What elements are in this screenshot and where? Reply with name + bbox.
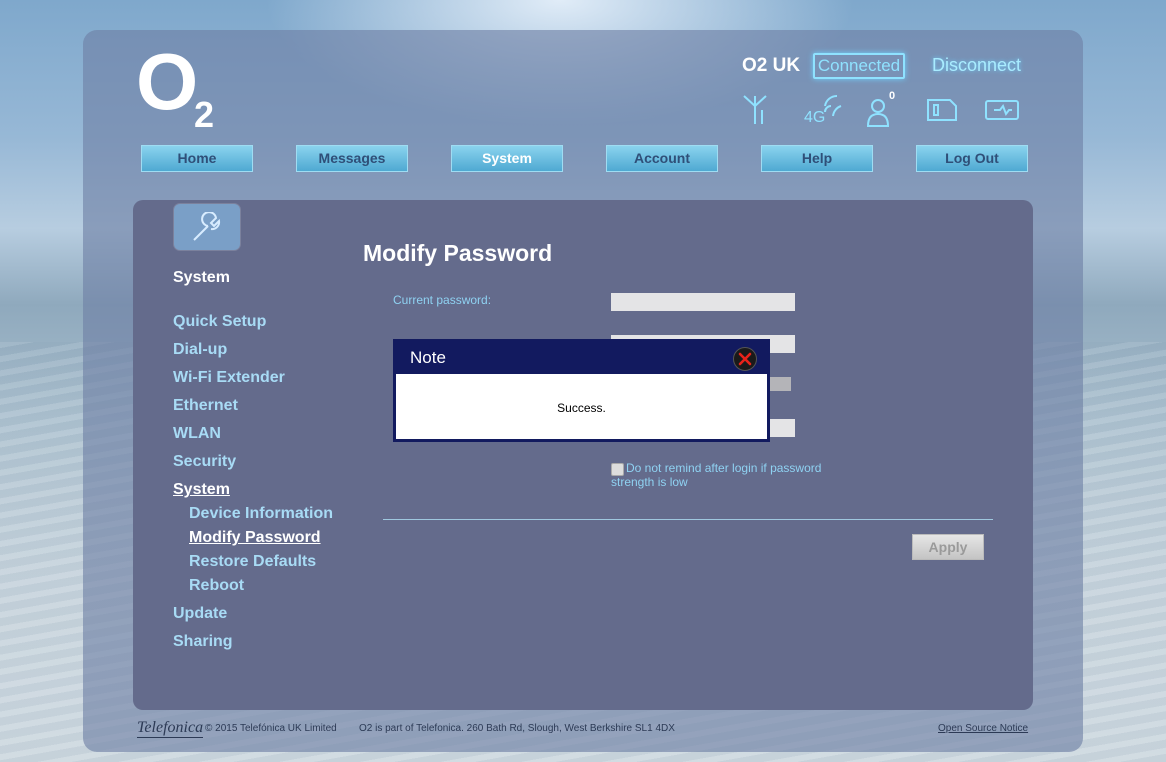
sidebar-item-sharing[interactable]: Sharing [173, 633, 233, 651]
address-text: O2 is part of Telefonica. 260 Bath Rd, S… [359, 723, 675, 734]
logo-letter: O [136, 37, 198, 126]
close-button[interactable] [733, 347, 757, 371]
sidebar-item-dial-up[interactable]: Dial-up [173, 341, 227, 359]
apply-button[interactable]: Apply [912, 534, 984, 560]
copyright-text: © 2015 Telefónica UK Limited [205, 723, 337, 734]
sidebar-sub-device-information[interactable]: Device Information [189, 505, 333, 523]
note-dialog-header: Note [396, 342, 767, 374]
wrench-icon [193, 212, 221, 241]
sidebar-sub-restore-defaults[interactable]: Restore Defaults [189, 553, 316, 571]
o2-logo: O 2 [136, 42, 214, 136]
system-badge [174, 204, 240, 250]
signal-icon [740, 92, 770, 128]
close-icon [738, 352, 752, 366]
sidebar-item-wlan[interactable]: WLAN [173, 425, 221, 443]
logo-number: 2 [194, 94, 215, 135]
sidebar-item-system[interactable]: System [173, 481, 230, 499]
nav-home[interactable]: Home [141, 145, 253, 172]
connection-status-badge: Connected [813, 53, 905, 79]
sidebar-item-wifi-extender[interactable]: Wi-Fi Extender [173, 369, 285, 387]
disconnect-button[interactable]: Disconnect [932, 55, 1021, 76]
open-source-notice-link[interactable]: Open Source Notice [938, 723, 1028, 734]
no-remind-label: Do not remind after login if password st… [611, 461, 822, 489]
notification-count: 0 [889, 90, 896, 102]
note-dialog-message: Success. [557, 401, 606, 415]
note-dialog: Note Success. [393, 339, 770, 442]
sidebar-item-update[interactable]: Update [173, 605, 227, 623]
note-dialog-title: Note [410, 348, 446, 367]
content-panel [133, 200, 1033, 710]
sidebar-item-quick-setup[interactable]: Quick Setup [173, 313, 266, 331]
nav-messages[interactable]: Messages [296, 145, 408, 172]
sim-card-icon [926, 92, 958, 128]
sidebar-item-security[interactable]: Security [173, 453, 236, 471]
telefonica-logo: Telefonica [137, 719, 204, 738]
page-title: Modify Password [363, 240, 553, 266]
nav-system[interactable]: System [451, 145, 563, 172]
current-password-input[interactable] [611, 293, 795, 311]
nav-logout[interactable]: Log Out [916, 145, 1028, 172]
sidebar-sub-modify-password[interactable]: Modify Password [189, 529, 321, 547]
divider [383, 519, 993, 520]
network-type-label: 4G [804, 109, 826, 126]
current-password-label: Current password: [393, 293, 492, 307]
battery-icon [984, 92, 1022, 128]
nav-account[interactable]: Account [606, 145, 718, 172]
sidebar-sub-reboot[interactable]: Reboot [189, 577, 244, 595]
sidebar-title: System [173, 269, 230, 286]
carrier-name: O2 UK [742, 55, 801, 76]
nav-help[interactable]: Help [761, 145, 873, 172]
sidebar-item-ethernet[interactable]: Ethernet [173, 397, 238, 415]
